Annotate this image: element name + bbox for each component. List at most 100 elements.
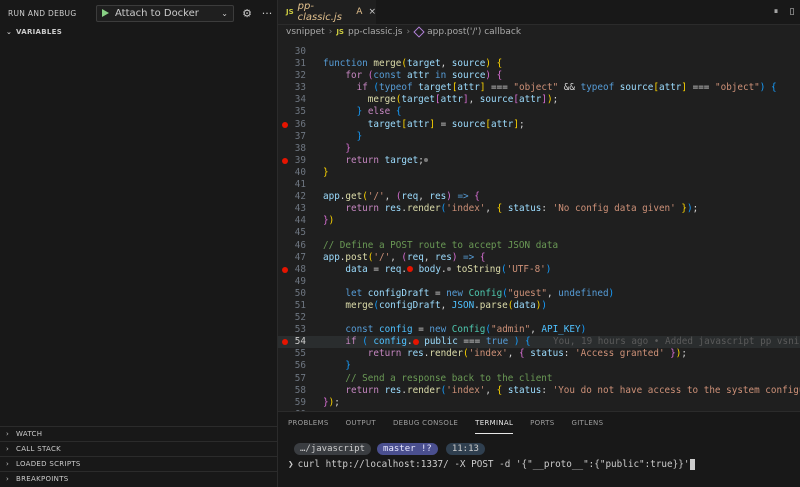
line-number: 30 [294,46,306,57]
code-token: new [446,287,463,299]
code-token: return [345,154,379,166]
javascript-file-icon: JS [286,8,294,16]
code-line[interactable]: 47 app.post('/', (req, res) => { [278,252,800,264]
code-token: '/' [373,251,391,263]
terminal-command-line[interactable]: ❯ curl http://localhost:1337/ -X POST -d… [288,458,800,471]
tab-terminal[interactable]: TERMINAL [475,412,514,434]
tab-problems[interactable]: PROBLEMS [288,412,329,434]
code-line[interactable]: 34 merge(target[attr], source[attr]); [278,94,800,106]
chevron-down-icon[interactable]: ⌄ [221,9,228,18]
close-icon[interactable]: × [368,7,376,17]
tab-ports[interactable]: PORTS [530,412,554,434]
tab-output[interactable]: OUTPUT [346,412,376,434]
code-line[interactable]: 31 function merge(target, source) { [278,58,800,70]
code-line[interactable]: 57 // Send a response back to the client [278,373,800,385]
tab-debug-console[interactable]: DEBUG CONSOLE [393,412,458,434]
code-editor[interactable]: 30 31 function merge(target, source) {32 f… [278,46,800,411]
breadcrumb-symbol[interactable]: app.post('/') callback [427,27,521,37]
code-token: target [367,118,402,130]
code-line[interactable]: 51 merge(configDraft, JSON.parse(data)) [278,300,800,312]
tab-gitlens[interactable]: GITLENS [571,412,603,434]
code-token: ) [541,299,547,311]
tab-pp-classic-js[interactable]: JS pp-classic.js A × [278,0,376,24]
code-line[interactable]: 55 return res.render('index', { status: … [278,348,800,360]
code-line[interactable]: 32 for (const attr in source) { [278,70,800,82]
code-line[interactable]: 43 return res.render('index', { status: … [278,203,800,215]
code-text: merge(configDraft, JSON.parse(data)) [323,300,547,312]
code-line[interactable]: 40} [278,167,800,179]
code-token: configDraft [379,299,441,311]
line-number: 47 [294,251,306,263]
code-text: app.get('/', (req, res) => { [323,191,480,203]
loaded-scripts-section-header[interactable]: › LOADED SCRIPTS [0,456,277,471]
code-token: status [530,348,564,360]
code-line[interactable]: 36 target[attr] = source[attr]; [278,119,800,131]
prompt-chevron-icon: ❯ [288,459,294,470]
pause-icon[interactable]: ⏸ [768,4,784,20]
line-number: 59 [294,396,306,408]
code-line[interactable]: 54 if ( config. public === true ) { You,… [278,336,800,349]
code-line[interactable]: 39 return target; [278,155,800,167]
terminal[interactable]: …/javascript master !? 11:13 ❯ curl http… [278,442,800,471]
breadcrumb-file[interactable]: pp-classic.js [348,27,403,37]
code-line[interactable]: 45 [278,227,800,239]
code-token: source [451,118,486,130]
code-token: ; [418,154,424,166]
code-token: , [423,251,436,263]
play-icon[interactable] [102,9,109,17]
code-token: body [412,263,441,275]
line-number: 46 [294,239,306,251]
breadcrumb: vsnippet › JS pp-classic.js › app.post('… [278,25,800,39]
code-line[interactable]: 46 // Define a POST route to accept JSON … [278,240,800,252]
breadcrumb-folder[interactable]: vsnippet [286,27,325,37]
line-number: 44 [294,215,306,227]
line-number: 39 [294,154,306,166]
code-token: status [507,384,542,396]
code-token: , [390,251,402,263]
code-line[interactable]: 50 let configDraft = new Config("guest",… [278,288,800,300]
code-token: "object" [513,82,559,94]
breakpoints-section-header[interactable]: › BREAKPOINTS [0,471,277,486]
code-token: render [407,203,441,215]
code-line[interactable]: 53 const config = new Config("admin", AP… [278,324,800,336]
code-line[interactable]: 49 [278,276,800,288]
code-token: = [429,287,447,299]
split-editor-icon[interactable]: ▯ [784,4,800,20]
code-line[interactable]: 56 } [278,360,800,372]
launch-config-label: Attach to Docker [115,7,199,19]
code-line[interactable]: 48 data = req. body. toString('UTF-8') [278,264,800,276]
code-token: merge [367,94,396,106]
line-number: 43 [294,203,306,215]
inline-breakpoint-hint-icon[interactable] [423,158,428,163]
watch-section-header[interactable]: › WATCH [0,426,277,441]
code-line[interactable]: 58 return res.render('index', { status: … [278,385,800,397]
gear-icon[interactable]: ⚙ [240,6,254,20]
line-number: 37 [294,130,306,142]
call-stack-section-header[interactable]: › CALL STACK [0,441,277,456]
launch-config-select[interactable]: Attach to Docker ⌄ [96,4,234,22]
more-actions-icon[interactable]: ··· [260,6,274,20]
code-line[interactable]: 44}) [278,215,800,227]
code-line[interactable]: 42 app.get('/', (req, res) => { [278,191,800,203]
code-token: get [345,191,363,203]
variables-section-header[interactable]: ⌄ VARIABLES [0,25,277,39]
code-token: attr [406,118,430,130]
code-token: { [474,191,480,203]
code-token: return [345,203,379,215]
code-text: let configDraft = new Config("guest", un… [323,288,614,300]
code-line[interactable]: 52 [278,312,800,324]
code-line[interactable]: 37 } [278,131,800,143]
code-token: data [345,263,368,275]
code-token: : [541,384,553,396]
code-line[interactable]: 33 if (typeof target[attr] === "object" … [278,82,800,94]
code-line[interactable]: 35 } else { [278,106,800,118]
code-line[interactable]: 59}); [278,397,800,409]
code-line[interactable]: 30 [278,46,800,58]
code-text: } else { [323,106,402,118]
code-line[interactable]: 38 } [278,143,800,155]
code-line[interactable]: 41 [278,179,800,191]
line-number: 53 [294,324,306,336]
